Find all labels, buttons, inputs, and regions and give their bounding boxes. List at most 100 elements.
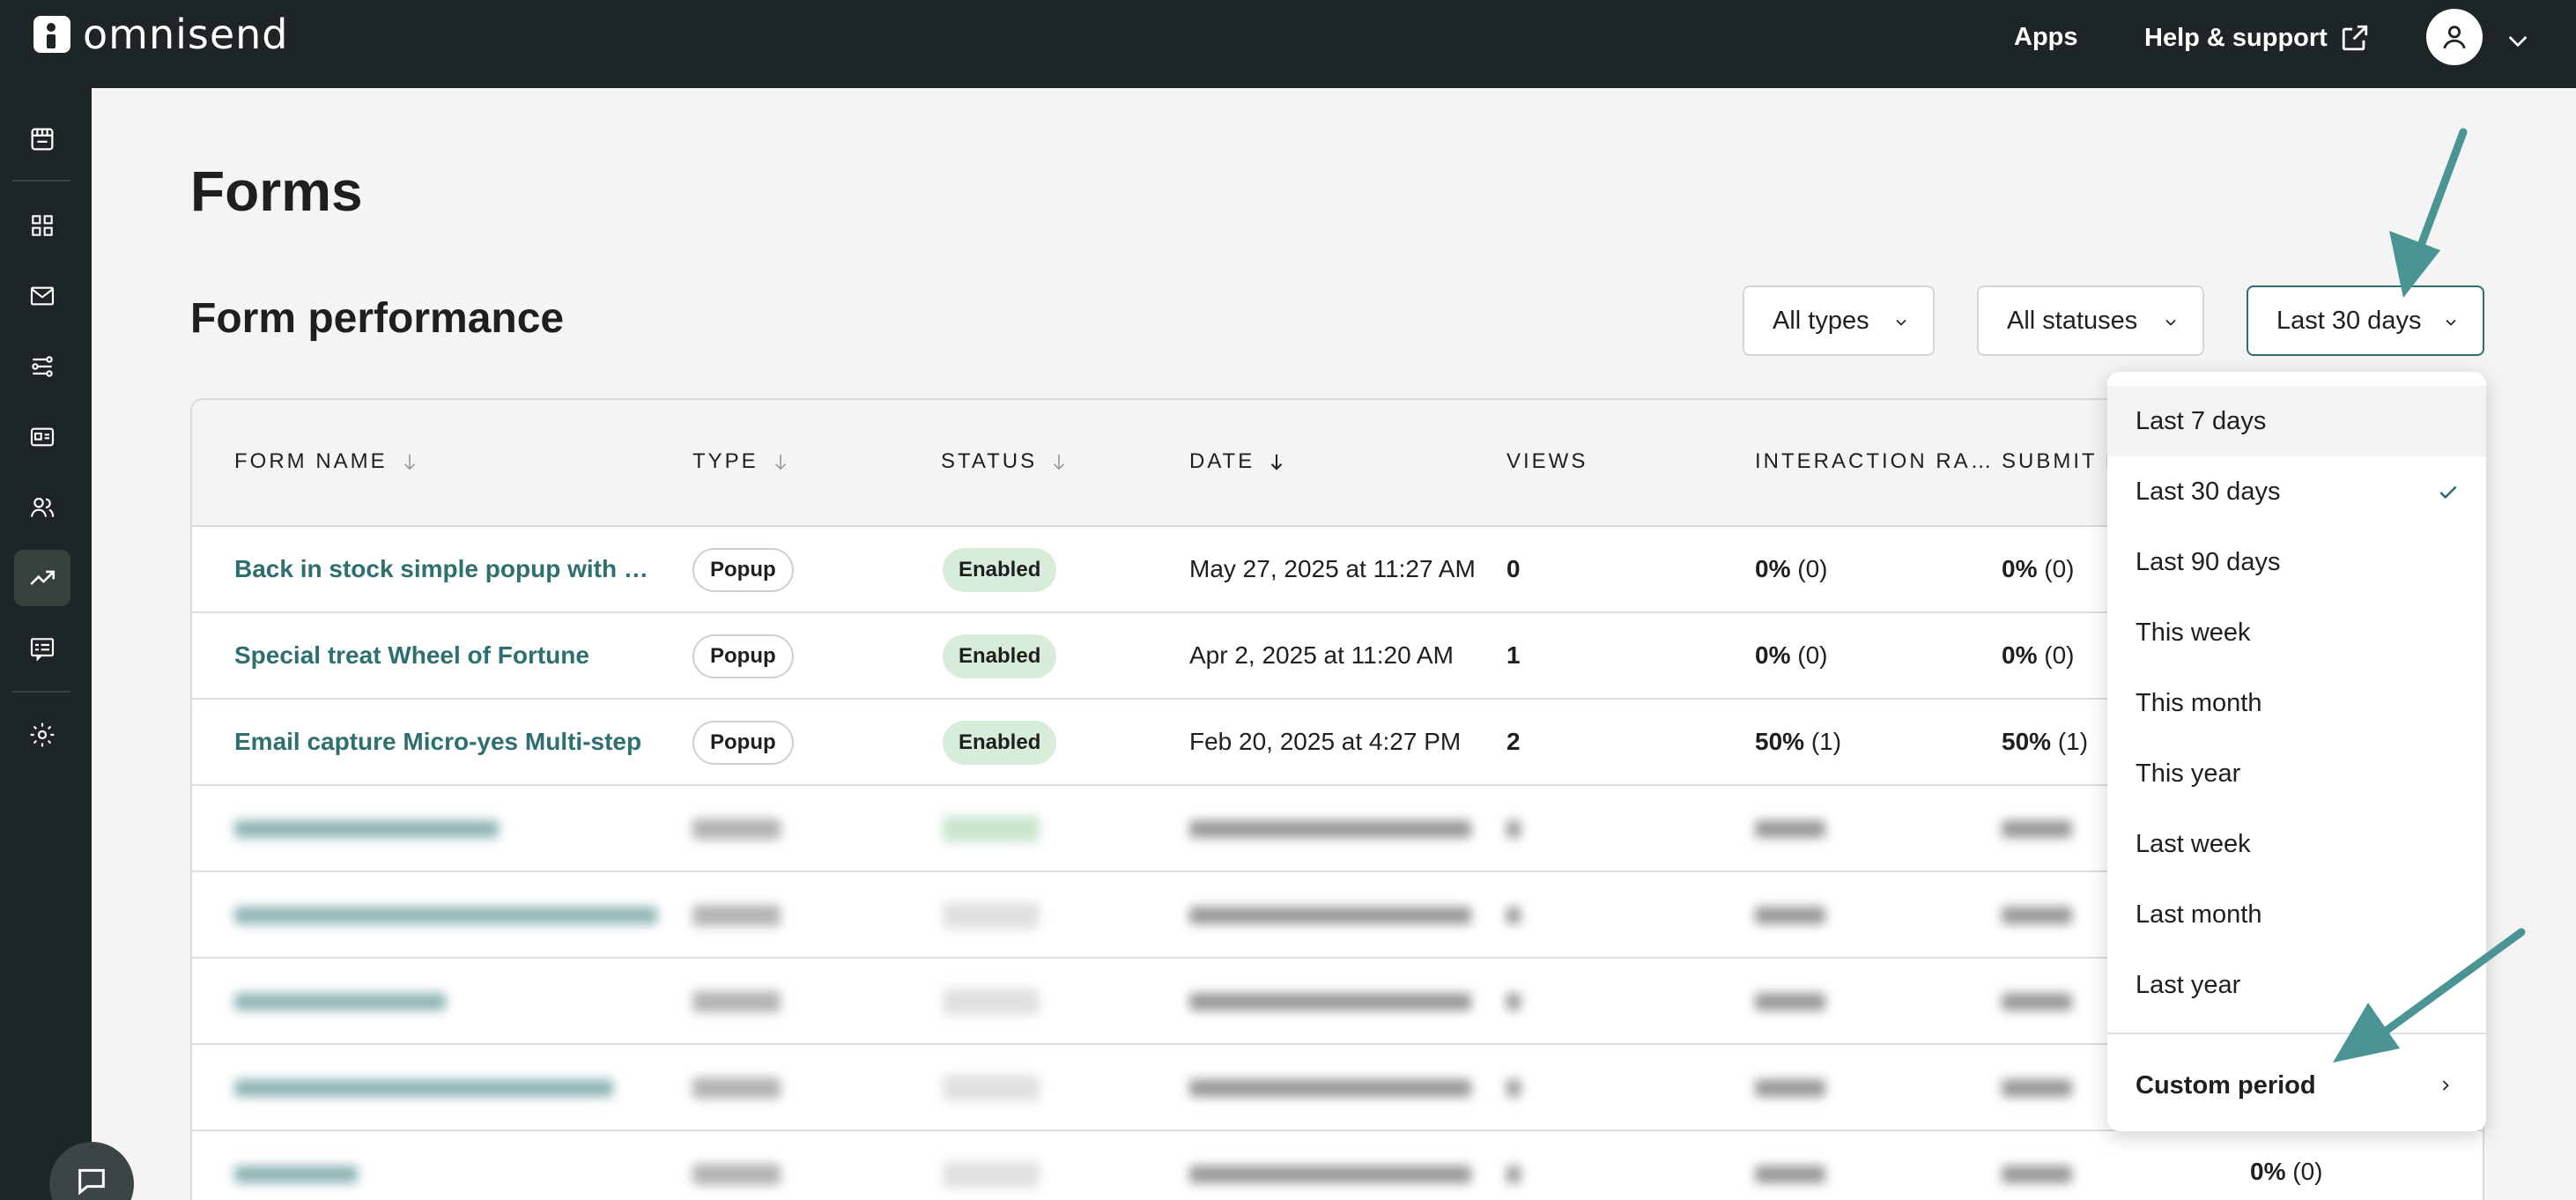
chevron-down-icon: [1896, 319, 1906, 326]
redacted-cell: [692, 1164, 781, 1185]
redacted-cell: [692, 1078, 781, 1099]
type-badge: Popup: [692, 721, 794, 765]
redacted-cell: [1189, 907, 1471, 924]
date-option-label: Last 90 days: [2136, 547, 2281, 576]
column-header-label: TYPE: [692, 449, 759, 473]
redacted-cell: [692, 905, 781, 926]
date-cell: Feb 20, 2025 at 4:27 PM: [1189, 728, 1462, 755]
chevron-down-icon: [2165, 319, 2176, 326]
audience-icon[interactable]: [23, 488, 62, 527]
redacted-cell: [1755, 1166, 1825, 1183]
campaign-icon[interactable]: [23, 418, 62, 456]
chevron-down-icon: [2446, 319, 2456, 326]
store-icon[interactable]: [23, 120, 62, 159]
date-option-label: This month: [2136, 688, 2262, 717]
date-option-last-30-days[interactable]: Last 30 days: [2107, 456, 2486, 527]
redacted-cell: [234, 820, 499, 838]
date-option-last-90-days[interactable]: Last 90 days: [2107, 527, 2486, 597]
date-option-last-month[interactable]: Last month: [2107, 879, 2486, 950]
chat-icon: [78, 1168, 105, 1196]
mail-icon[interactable]: [23, 277, 62, 315]
custom-period-label: Custom period: [2136, 1070, 2316, 1100]
date-option-this-week[interactable]: This week: [2107, 597, 2486, 668]
check-icon: [2439, 485, 2457, 500]
date-option-label: Last 30 days: [2136, 477, 2281, 506]
column-header-date[interactable]: DATE: [1189, 449, 1286, 474]
date-option-label: Last week: [2136, 829, 2251, 858]
sort-arrow-icon: [774, 454, 786, 470]
redacted-cell: [1755, 1079, 1825, 1097]
interaction-pct: 50%: [1755, 728, 1805, 755]
top-bar: omnisend Apps Help & support: [0, 0, 2576, 88]
column-header-label: STATUS: [941, 449, 1038, 473]
submit-rate-cell: 0% (0): [2002, 641, 2074, 670]
date-cell: May 27, 2025 at 11:27 AM: [1189, 555, 1476, 582]
redacted-cell: [943, 1161, 1040, 1188]
date-cell: Apr 2, 2025 at 11:20 AM: [1189, 641, 1454, 669]
annotation-arrow-date-range: [2389, 128, 2468, 298]
submit-pct: 50%: [2002, 728, 2052, 755]
settings-icon[interactable]: [23, 715, 62, 754]
redacted-cell: [1506, 1079, 1521, 1097]
dashboard-icon[interactable]: [23, 206, 62, 245]
date-option-this-year[interactable]: This year: [2107, 738, 2486, 809]
date-option-custom-period[interactable]: Custom period: [2107, 1041, 2486, 1130]
redacted-cell: [2002, 993, 2072, 1011]
redacted-cell: [943, 902, 1040, 929]
automation-icon[interactable]: [23, 347, 62, 386]
date-option-last-7-days[interactable]: Last 7 days: [2107, 386, 2486, 456]
omnisend-logo[interactable]: omnisend: [33, 14, 289, 55]
last-row-rate-cell: 0% (0): [2250, 1158, 2322, 1186]
date-option-last-year[interactable]: Last year: [2107, 950, 2486, 1020]
account-chevron-down-icon[interactable]: [2504, 26, 2532, 55]
page-title: Forms: [190, 159, 363, 223]
redacted-cell: [234, 907, 657, 924]
type-filter-dropdown[interactable]: All types: [1743, 285, 1935, 356]
redacted-cell: [692, 991, 781, 1012]
column-header-interaction-rate[interactable]: INTERACTION RA…: [1755, 449, 1995, 474]
date-option-label: This year: [2136, 759, 2241, 788]
apps-link[interactable]: Apps: [2014, 23, 2078, 52]
column-header-views[interactable]: VIEWS: [1506, 449, 1588, 474]
redacted-cell: [2002, 1079, 2072, 1097]
date-range-dropdown[interactable]: Last 30 days: [2247, 285, 2484, 356]
redacted-cell: [1189, 820, 1471, 838]
analytics-icon[interactable]: [14, 550, 70, 606]
interaction-count: (1): [1810, 728, 1842, 755]
interaction-count: (0): [1797, 555, 1828, 582]
submit-rate-cell: 0% (0): [2002, 555, 2074, 583]
status-badge: Enabled: [943, 548, 1057, 592]
help-support-link[interactable]: Help & support: [2144, 23, 2370, 53]
redacted-cell: [1506, 820, 1521, 838]
status-filter-dropdown[interactable]: All statuses: [1977, 285, 2204, 356]
sort-arrow-icon: [1054, 454, 1065, 470]
date-option-this-month[interactable]: This month: [2107, 668, 2486, 738]
submit-rate-cell: 50% (1): [2002, 728, 2088, 756]
date-range-menu: Last 7 days Last 30 days Last 90 days Th…: [2107, 372, 2486, 1131]
forms-icon[interactable]: [23, 629, 62, 668]
column-header-type[interactable]: TYPE: [692, 449, 790, 474]
column-header-label: DATE: [1189, 449, 1255, 473]
form-name-link[interactable]: Special treat Wheel of Fortune: [234, 641, 589, 670]
redacted-cell: [1755, 993, 1825, 1011]
user-avatar[interactable]: [2426, 9, 2483, 65]
date-option-label: Last month: [2136, 900, 2262, 929]
type-filter-label: All types: [1773, 306, 1869, 335]
form-name-link[interactable]: Email capture Micro-yes Multi-step: [234, 728, 641, 756]
column-header-submit-rate[interactable]: SUBMIT R: [2002, 449, 2123, 474]
redacted-cell: [943, 816, 1040, 842]
submit-pct: 0%: [2002, 641, 2038, 669]
interaction-rate-cell: 50% (1): [1755, 728, 1841, 756]
column-header-status[interactable]: STATUS: [941, 449, 1069, 474]
date-option-label: This week: [2136, 618, 2251, 647]
redacted-cell: [234, 1166, 358, 1183]
redacted-cell: [1506, 1166, 1521, 1183]
redacted-cell: [2002, 907, 2072, 924]
column-header-form-name[interactable]: FORM NAME: [234, 449, 419, 474]
external-link-icon: [2342, 25, 2368, 51]
last-row-count: (0): [2292, 1158, 2323, 1185]
interaction-pct: 0%: [1755, 555, 1791, 582]
interaction-pct: 0%: [1755, 641, 1791, 669]
form-name-link[interactable]: Back in stock simple popup with Tea…: [234, 555, 657, 583]
date-option-last-week[interactable]: Last week: [2107, 809, 2486, 879]
